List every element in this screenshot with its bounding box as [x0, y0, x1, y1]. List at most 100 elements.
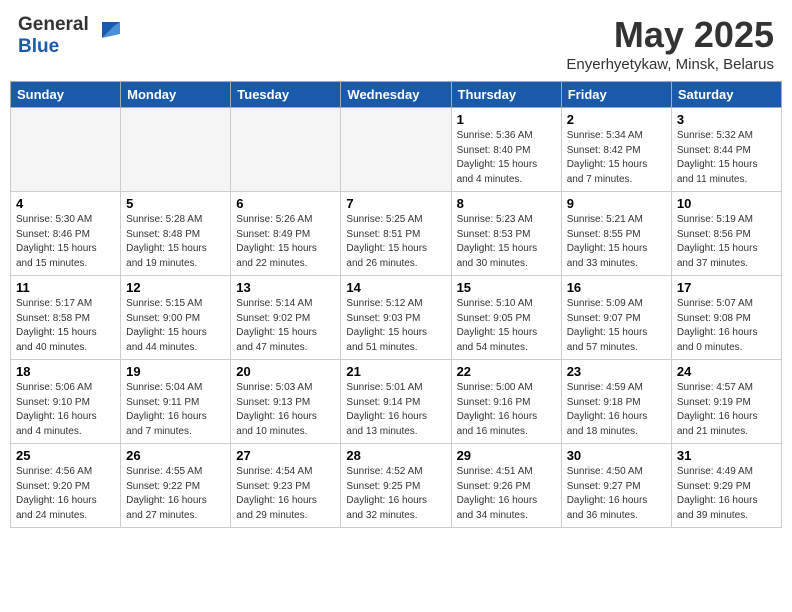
calendar-day-cell: 27 Sunrise: 4:54 AM Sunset: 9:23 PM Dayli…	[231, 444, 341, 528]
day-info: Sunrise: 5:36 AM Sunset: 8:40 PM Dayligh…	[457, 129, 556, 187]
day-info: Sunrise: 5:03 AM Sunset: 9:13 PM Dayligh…	[236, 381, 335, 439]
calendar-week-row: 4 Sunrise: 5:30 AM Sunset: 8:46 PM Daylig…	[11, 192, 782, 276]
calendar-day-cell: 15Sunrise: 5:10 AM Sunset: 9:05 PM Dayli…	[451, 276, 561, 360]
day-info: Sunrise: 5:01 AM Sunset: 9:14 PM Dayligh…	[346, 381, 445, 439]
day-number: 19	[126, 364, 225, 379]
calendar-day-cell	[121, 108, 231, 192]
location: Enyerhyetykaw, Minsk, Belarus	[566, 56, 774, 73]
day-number: 9	[567, 196, 666, 211]
day-info: Sunrise: 5:30 AM Sunset: 8:46 PM Dayligh…	[16, 213, 115, 271]
day-info: Sunrise: 5:15 AM Sunset: 9:00 PM Dayligh…	[126, 297, 225, 355]
calendar-day-cell: 25 Sunrise: 4:56 AM Sunset: 9:20 PM Dayli…	[11, 444, 121, 528]
calendar-week-row: 1 Sunrise: 5:36 AM Sunset: 8:40 PM Daylig…	[11, 108, 782, 192]
month-title: May 2025	[566, 14, 774, 56]
day-info: Sunrise: 4:50 AM Sunset: 9:27 PM Dayligh…	[567, 465, 666, 523]
calendar-day-cell: 28 Sunrise: 4:52 AM Sunset: 9:25 PM Dayli…	[341, 444, 451, 528]
day-number: 26	[126, 448, 225, 463]
calendar-day-cell: 2 Sunrise: 5:34 AM Sunset: 8:42 PM Daylig…	[561, 108, 671, 192]
day-info: Sunrise: 4:57 AM Sunset: 9:19 PM Dayligh…	[677, 381, 776, 439]
day-info: Sunrise: 5:19 AM Sunset: 8:56 PM Dayligh…	[677, 213, 776, 271]
col-tuesday: Tuesday	[231, 82, 341, 108]
calendar-day-cell: 26 Sunrise: 4:55 AM Sunset: 9:22 PM Dayli…	[121, 444, 231, 528]
day-info: Sunrise: 5:10 AM Sunset: 9:05 PM Dayligh…	[457, 297, 556, 355]
calendar-day-cell: 21 Sunrise: 5:01 AM Sunset: 9:14 PM Dayli…	[341, 360, 451, 444]
day-number: 8	[457, 196, 556, 211]
calendar-day-cell: 8Sunrise: 5:23 AM Sunset: 8:53 PM Daylig…	[451, 192, 561, 276]
calendar-day-cell: 20 Sunrise: 5:03 AM Sunset: 9:13 PM Dayli…	[231, 360, 341, 444]
calendar-table: Sunday Monday Tuesday Wednesday Thursday…	[10, 81, 782, 528]
calendar-day-cell	[231, 108, 341, 192]
calendar-day-cell: 22Sunrise: 5:00 AM Sunset: 9:16 PM Dayli…	[451, 360, 561, 444]
day-info: Sunrise: 5:14 AM Sunset: 9:02 PM Dayligh…	[236, 297, 335, 355]
day-number: 3	[677, 112, 776, 127]
calendar-day-cell: 30Sunrise: 4:50 AM Sunset: 9:27 PM Dayli…	[561, 444, 671, 528]
calendar-header-row: Sunday Monday Tuesday Wednesday Thursday…	[11, 82, 782, 108]
day-info: Sunrise: 5:12 AM Sunset: 9:03 PM Dayligh…	[346, 297, 445, 355]
calendar-day-cell: 11 Sunrise: 5:17 AM Sunset: 8:58 PM Dayli…	[11, 276, 121, 360]
day-info: Sunrise: 5:26 AM Sunset: 8:49 PM Dayligh…	[236, 213, 335, 271]
calendar-week-row: 18 Sunrise: 5:06 AM Sunset: 9:10 PM Dayli…	[11, 360, 782, 444]
col-monday: Monday	[121, 82, 231, 108]
day-info: Sunrise: 5:34 AM Sunset: 8:42 PM Dayligh…	[567, 129, 666, 187]
day-info: Sunrise: 5:21 AM Sunset: 8:55 PM Dayligh…	[567, 213, 666, 271]
day-info: Sunrise: 5:09 AM Sunset: 9:07 PM Dayligh…	[567, 297, 666, 355]
header: General Blue May 2025 Enyerhyetykaw, Min…	[0, 0, 792, 81]
day-number: 24	[677, 364, 776, 379]
day-info: Sunrise: 5:32 AM Sunset: 8:44 PM Dayligh…	[677, 129, 776, 187]
col-sunday: Sunday	[11, 82, 121, 108]
logo-text: General Blue	[18, 14, 89, 58]
logo-general: General	[18, 14, 89, 36]
day-number: 14	[346, 280, 445, 295]
day-number: 18	[16, 364, 115, 379]
calendar-day-cell: 29Sunrise: 4:51 AM Sunset: 9:26 PM Dayli…	[451, 444, 561, 528]
calendar-day-cell	[11, 108, 121, 192]
day-info: Sunrise: 5:07 AM Sunset: 9:08 PM Dayligh…	[677, 297, 776, 355]
calendar-day-cell: 16 Sunrise: 5:09 AM Sunset: 9:07 PM Dayli…	[561, 276, 671, 360]
day-number: 25	[16, 448, 115, 463]
day-info: Sunrise: 5:17 AM Sunset: 8:58 PM Dayligh…	[16, 297, 115, 355]
calendar-day-cell: 4 Sunrise: 5:30 AM Sunset: 8:46 PM Daylig…	[11, 192, 121, 276]
logo-blue: Blue	[18, 36, 89, 58]
day-info: Sunrise: 4:54 AM Sunset: 9:23 PM Dayligh…	[236, 465, 335, 523]
calendar-day-cell: 6 Sunrise: 5:26 AM Sunset: 8:49 PM Daylig…	[231, 192, 341, 276]
col-wednesday: Wednesday	[341, 82, 451, 108]
day-info: Sunrise: 5:06 AM Sunset: 9:10 PM Dayligh…	[16, 381, 115, 439]
day-number: 27	[236, 448, 335, 463]
calendar-wrapper: Sunday Monday Tuesday Wednesday Thursday…	[0, 81, 792, 536]
day-number: 6	[236, 196, 335, 211]
calendar-day-cell: 14 Sunrise: 5:12 AM Sunset: 9:03 PM Dayli…	[341, 276, 451, 360]
calendar-day-cell: 23Sunrise: 4:59 AM Sunset: 9:18 PM Dayli…	[561, 360, 671, 444]
calendar-day-cell: 1 Sunrise: 5:36 AM Sunset: 8:40 PM Daylig…	[451, 108, 561, 192]
calendar-day-cell: 17Sunrise: 5:07 AM Sunset: 9:08 PM Dayli…	[671, 276, 781, 360]
calendar-day-cell: 13 Sunrise: 5:14 AM Sunset: 9:02 PM Dayli…	[231, 276, 341, 360]
logo-icon	[94, 18, 120, 49]
day-info: Sunrise: 4:52 AM Sunset: 9:25 PM Dayligh…	[346, 465, 445, 523]
day-number: 5	[126, 196, 225, 211]
day-info: Sunrise: 5:04 AM Sunset: 9:11 PM Dayligh…	[126, 381, 225, 439]
day-number: 7	[346, 196, 445, 211]
day-number: 13	[236, 280, 335, 295]
day-number: 28	[346, 448, 445, 463]
day-number: 12	[126, 280, 225, 295]
day-number: 21	[346, 364, 445, 379]
calendar-day-cell: 24 Sunrise: 4:57 AM Sunset: 9:19 PM Dayli…	[671, 360, 781, 444]
day-number: 20	[236, 364, 335, 379]
day-info: Sunrise: 5:25 AM Sunset: 8:51 PM Dayligh…	[346, 213, 445, 271]
day-info: Sunrise: 4:59 AM Sunset: 9:18 PM Dayligh…	[567, 381, 666, 439]
day-info: Sunrise: 4:51 AM Sunset: 9:26 PM Dayligh…	[457, 465, 556, 523]
day-info: Sunrise: 4:56 AM Sunset: 9:20 PM Dayligh…	[16, 465, 115, 523]
calendar-day-cell: 5 Sunrise: 5:28 AM Sunset: 8:48 PM Daylig…	[121, 192, 231, 276]
col-saturday: Saturday	[671, 82, 781, 108]
day-info: Sunrise: 4:55 AM Sunset: 9:22 PM Dayligh…	[126, 465, 225, 523]
calendar-day-cell: 7 Sunrise: 5:25 AM Sunset: 8:51 PM Daylig…	[341, 192, 451, 276]
title-block: May 2025 Enyerhyetykaw, Minsk, Belarus	[566, 14, 774, 73]
day-number: 2	[567, 112, 666, 127]
day-number: 11	[16, 280, 115, 295]
day-number: 16	[567, 280, 666, 295]
day-number: 1	[457, 112, 556, 127]
calendar-day-cell: 3 Sunrise: 5:32 AM Sunset: 8:44 PM Daylig…	[671, 108, 781, 192]
day-info: Sunrise: 4:49 AM Sunset: 9:29 PM Dayligh…	[677, 465, 776, 523]
day-number: 4	[16, 196, 115, 211]
calendar-week-row: 11 Sunrise: 5:17 AM Sunset: 8:58 PM Dayli…	[11, 276, 782, 360]
day-info: Sunrise: 5:28 AM Sunset: 8:48 PM Dayligh…	[126, 213, 225, 271]
